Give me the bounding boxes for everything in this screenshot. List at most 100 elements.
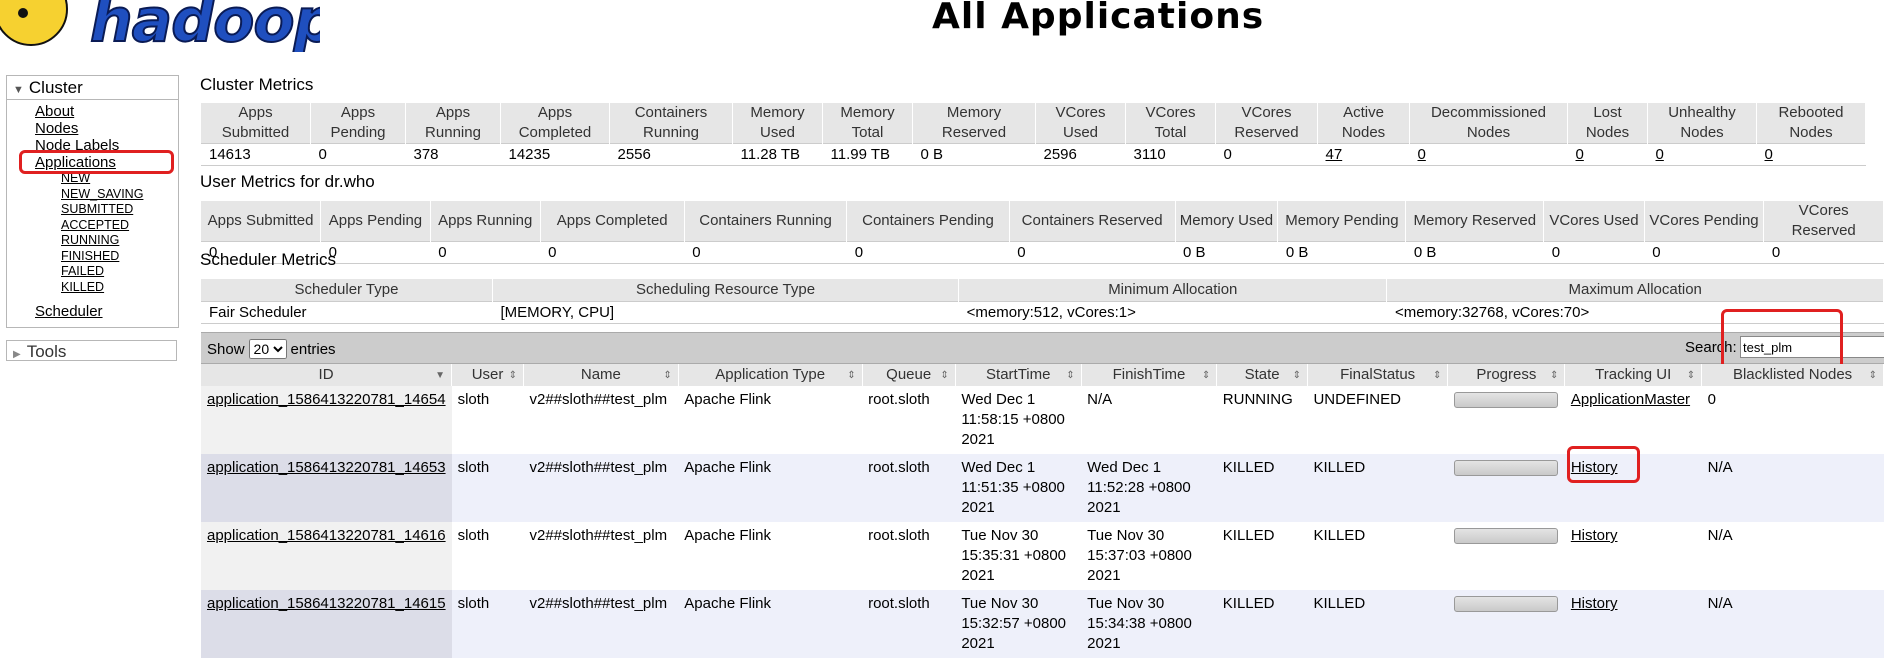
header-line: Lost — [1593, 104, 1622, 121]
time-line: 15:34:38 +0800 — [1087, 615, 1192, 632]
sort-header-type[interactable]: Application Type ⇕ — [678, 364, 863, 386]
app-state: KILLED — [1216, 522, 1308, 590]
sidebar-cluster: ▼ Cluster About Nodes Node Labels Applica… — [6, 75, 179, 328]
rebooted-nodes-link[interactable]: 0 — [1765, 146, 1773, 163]
applications-table: ID ▼ User ⇕ Name ⇕ Application Type ⇕ Queue ⇕… — [201, 364, 1884, 658]
app-start-time: Tue Nov 30 15:35:31 +0800 2021 — [955, 522, 1082, 590]
time-line: Tue Nov 30 — [961, 527, 1039, 544]
sort-both-icon: ⇕ — [1201, 370, 1211, 381]
sort-header-user[interactable]: User ⇕ — [451, 364, 524, 386]
time-line: Wed Dec 1 — [1087, 459, 1162, 476]
header-line: VCores — [1055, 104, 1106, 121]
time-line: Tue Nov 30 — [1087, 527, 1165, 544]
metric-value: 0 — [540, 241, 685, 264]
header-label: StartTime — [986, 366, 1051, 383]
scheduler-type-value: Fair Scheduler — [201, 301, 493, 324]
vcores-used-value: 2596 — [1035, 143, 1126, 166]
header-label: Application Type — [715, 366, 826, 383]
sort-both-icon: ⇕ — [508, 370, 517, 381]
time-line: N/A — [1087, 391, 1113, 408]
sidebar-tools[interactable]: ▶ Tools — [6, 340, 177, 361]
header-line: Active — [1343, 104, 1384, 121]
sort-header-finishtime[interactable]: FinishTime ⇕ — [1081, 364, 1218, 386]
app-name: v2##sloth##test_plm — [523, 590, 679, 658]
header-label: Name — [580, 366, 621, 383]
lost-nodes-link[interactable]: 0 — [1576, 146, 1584, 163]
sort-both-icon: ⇕ — [1432, 370, 1442, 381]
tracking-ui-link[interactable]: ApplicationMaster — [1571, 391, 1690, 408]
state-link-finished[interactable]: FINISHED — [61, 249, 178, 265]
time-line: 11:51:35 +0800 — [961, 479, 1065, 496]
col-header: Containers Pending — [846, 201, 1010, 242]
metric-value: 0 B — [1405, 241, 1544, 264]
sort-header-blacklisted[interactable]: Blacklisted Nodes ⇕ — [1701, 364, 1884, 386]
state-link-accepted[interactable]: ACCEPTED — [61, 218, 178, 234]
progress-bar — [1453, 528, 1558, 544]
col-header: Minimum Allocation — [958, 279, 1388, 302]
col-header: Memory Pending — [1277, 201, 1407, 242]
app-id-link[interactable]: application_1586413220781_14615 — [207, 595, 446, 612]
sort-header-state[interactable]: State ⇕ — [1216, 364, 1308, 386]
state-link-submitted[interactable]: SUBMITTED — [61, 202, 178, 218]
highlight-history-link — [1567, 446, 1640, 483]
app-state-list: NEW NEW_SAVING SUBMITTED ACCEPTED RUNNIN… — [35, 171, 178, 295]
metric-value: 0 — [846, 241, 1010, 264]
metric-value: 0 — [320, 241, 431, 264]
header-line: Nodes — [1680, 124, 1724, 141]
progress-bar — [1453, 460, 1558, 476]
state-link-new-saving[interactable]: NEW_SAVING — [61, 187, 178, 203]
sidebar-item-about[interactable]: About — [35, 103, 178, 120]
sort-desc-icon: ▼ — [435, 370, 446, 381]
sort-header-tracking-ui[interactable]: Tracking UI ⇕ — [1564, 364, 1703, 386]
app-start-time: Wed Dec 1 11:58:15 +0800 2021 — [955, 386, 1082, 454]
header-line: Memory — [946, 104, 1002, 121]
state-link-running[interactable]: RUNNING — [61, 233, 178, 249]
col-header: Containers Reserved — [1009, 201, 1176, 242]
hadoop-logo: hadoop — [0, 0, 320, 52]
header-label: Progress — [1476, 366, 1537, 383]
state-link-failed[interactable]: FAILED — [61, 264, 178, 280]
app-finish-time: N/A — [1081, 386, 1217, 454]
tracking-ui-link[interactable]: History — [1571, 595, 1618, 612]
header-line: Total — [1154, 124, 1187, 141]
app-id-link[interactable]: application_1586413220781_14616 — [207, 527, 446, 544]
sort-header-name[interactable]: Name ⇕ — [523, 364, 679, 386]
sort-header-queue[interactable]: Queue ⇕ — [862, 364, 956, 386]
sidebar-item-nodes[interactable]: Nodes — [35, 120, 178, 137]
app-blacklisted: 0 — [1701, 386, 1884, 454]
tracking-ui-link[interactable]: History — [1571, 527, 1618, 544]
entries-select[interactable]: 20 — [248, 339, 287, 359]
header-line: Apps — [340, 104, 376, 121]
app-id-link[interactable]: application_1586413220781_14654 — [207, 391, 446, 408]
state-link-killed[interactable]: KILLED — [61, 280, 178, 296]
metric-value: 0 — [1543, 241, 1645, 264]
header-line: Nodes — [1341, 124, 1386, 141]
sort-header-starttime[interactable]: StartTime ⇕ — [955, 364, 1082, 386]
header-label: Blacklisted Nodes — [1732, 366, 1853, 383]
col-header: Apps Running — [430, 201, 541, 242]
col-header: VCores Reserved — [1763, 201, 1884, 242]
unhealthy-nodes-link[interactable]: 0 — [1656, 146, 1664, 163]
time-line: 15:35:31 +0800 — [961, 547, 1066, 564]
sort-header-progress[interactable]: Progress ⇕ — [1447, 364, 1566, 386]
time-line: 2021 — [961, 567, 995, 584]
page-title: All Applications — [932, 0, 1265, 37]
sidebar-item-scheduler[interactable]: Scheduler — [35, 303, 178, 321]
app-name: v2##sloth##test_plm — [523, 454, 679, 522]
app-name: v2##sloth##test_plm — [523, 386, 679, 454]
header-line: VCores — [1145, 104, 1196, 121]
cluster-label: Cluster — [28, 78, 83, 97]
active-nodes-link[interactable]: 47 — [1326, 146, 1343, 163]
app-id-link[interactable]: application_1586413220781_14653 — [207, 459, 446, 476]
sort-header-finalstatus[interactable]: FinalStatus ⇕ — [1307, 364, 1449, 386]
time-line: 2021 — [1087, 567, 1121, 584]
user-metrics-title: User Metrics for dr.who — [200, 172, 375, 191]
header-line: Nodes — [1466, 124, 1511, 141]
table-toolbar: Show 20 entries Search: — [201, 332, 1884, 364]
header-label: Tracking UI — [1595, 366, 1672, 383]
cluster-section-header[interactable]: ▼ Cluster — [7, 76, 178, 100]
sort-header-id[interactable]: ID ▼ — [201, 364, 453, 386]
decommissioned-nodes-link[interactable]: 0 — [1418, 146, 1426, 163]
app-finish-time: Tue Nov 30 15:34:38 +0800 2021 — [1081, 590, 1217, 658]
containers-running-value: 2556 — [609, 143, 733, 166]
